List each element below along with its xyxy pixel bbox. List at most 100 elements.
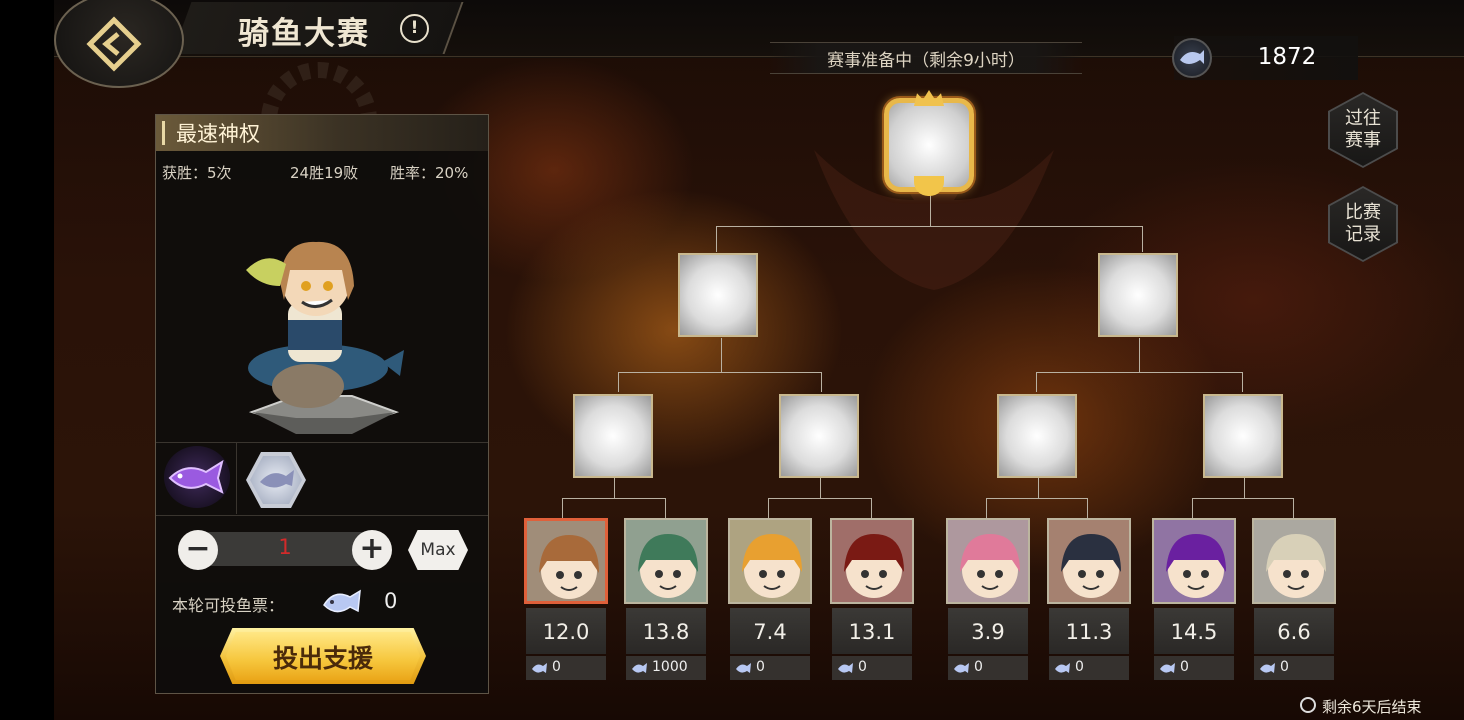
contestant-odds: 13.8 bbox=[642, 620, 690, 644]
item-divider bbox=[236, 442, 237, 514]
contestant-card[interactable] bbox=[946, 518, 1030, 604]
bracket-line bbox=[1036, 372, 1037, 392]
fish-ticket-icon bbox=[1160, 663, 1175, 673]
votes-available-count: 0 bbox=[384, 589, 398, 613]
bracket-line bbox=[930, 192, 931, 226]
past-events-button[interactable]: 过往 赛事 bbox=[1328, 92, 1398, 168]
support-count: 0 bbox=[1280, 659, 1289, 675]
support-count: 0 bbox=[1075, 659, 1084, 675]
quantity-value[interactable]: 1 bbox=[204, 535, 366, 559]
header-accent-bar bbox=[162, 121, 165, 145]
fish-ticket-icon bbox=[632, 663, 647, 673]
contestant-portrait bbox=[1049, 520, 1129, 602]
contestant-odds: 13.1 bbox=[848, 620, 896, 644]
event-end-text: 剩余6天后结束 bbox=[1322, 698, 1422, 716]
back-arrow-icon bbox=[86, 16, 142, 72]
contestant-card[interactable] bbox=[1047, 518, 1131, 604]
contestant-card[interactable] bbox=[728, 518, 812, 604]
past-events-label: 过往 赛事 bbox=[1345, 108, 1381, 151]
bracket-line bbox=[821, 372, 822, 392]
contestant-portrait bbox=[1154, 520, 1234, 602]
match-records-label: 比赛 记录 bbox=[1345, 202, 1381, 245]
support-count: 0 bbox=[858, 659, 867, 675]
bracket-line bbox=[986, 498, 1088, 499]
contestant-odds: 3.9 bbox=[971, 620, 1005, 644]
game-screen: 骑鱼大赛 ! 赛事准备中（剩余9小时） 1872 过往 赛事 比赛 记录 最速神… bbox=[54, 0, 1464, 720]
fish-ticket-icon bbox=[323, 589, 361, 613]
cast-support-label[interactable]: 投出支援 bbox=[220, 639, 426, 675]
status-text: 赛事准备中（剩余9小时） bbox=[827, 51, 1025, 71]
support-count: 0 bbox=[552, 659, 561, 675]
fish-ticket-icon bbox=[838, 663, 853, 673]
contestant-card[interactable] bbox=[524, 518, 608, 604]
bracket-line bbox=[721, 338, 722, 372]
bracket-line bbox=[562, 498, 666, 499]
entrant-name: 最速神权 bbox=[176, 122, 260, 146]
support-count: 0 bbox=[974, 659, 983, 675]
clock-icon bbox=[1300, 697, 1316, 713]
currency-amount: 1872 bbox=[1257, 44, 1317, 70]
bracket-line bbox=[1242, 372, 1243, 392]
contestant-portrait bbox=[626, 520, 706, 602]
page-title: 骑鱼大赛 bbox=[238, 16, 370, 52]
bracket-slot-quarterfinal-1 bbox=[573, 394, 653, 478]
bracket-line bbox=[1038, 478, 1039, 498]
bracket-line bbox=[618, 372, 619, 392]
purple-fish-icon[interactable] bbox=[164, 446, 230, 508]
bracket-line bbox=[1192, 498, 1294, 499]
bracket-line bbox=[1139, 338, 1140, 372]
bracket-line bbox=[768, 498, 872, 499]
bracket-line bbox=[716, 226, 1142, 227]
increase-button[interactable]: + bbox=[352, 530, 392, 570]
bracket-line bbox=[716, 226, 717, 252]
entrant-record: 24胜19败 bbox=[290, 164, 359, 182]
bracket-slot-semifinal-1 bbox=[678, 253, 758, 337]
bracket-line bbox=[1087, 498, 1088, 518]
bracket-line bbox=[1293, 498, 1294, 518]
support-count: 0 bbox=[756, 659, 765, 675]
entrant-wins: 获胜：5次 bbox=[162, 164, 232, 182]
max-button[interactable]: Max bbox=[408, 530, 468, 570]
decrease-button[interactable]: − bbox=[178, 530, 218, 570]
fish-ticket-icon bbox=[532, 663, 547, 673]
bracket-slot-quarterfinal-3 bbox=[997, 394, 1077, 478]
support-count: 1000 bbox=[652, 659, 688, 675]
bracket-line bbox=[1142, 226, 1143, 252]
bracket-line bbox=[871, 498, 872, 518]
info-icon[interactable]: ! bbox=[400, 14, 429, 43]
contestant-card[interactable] bbox=[830, 518, 914, 604]
bracket-line bbox=[1244, 478, 1245, 498]
contestant-card[interactable] bbox=[1252, 518, 1336, 604]
support-count: 0 bbox=[1180, 659, 1189, 675]
contestant-card[interactable] bbox=[624, 518, 708, 604]
bracket-line bbox=[618, 372, 822, 373]
contestant-portrait bbox=[730, 520, 810, 602]
contestant-odds: 12.0 bbox=[542, 620, 590, 644]
bracket-slot-semifinal-2 bbox=[1098, 253, 1178, 337]
entrant-win-rate: 胜率：20% bbox=[390, 164, 469, 182]
contestant-odds: 11.3 bbox=[1065, 620, 1113, 644]
fish-ticket-icon bbox=[954, 663, 969, 673]
contestant-portrait bbox=[832, 520, 912, 602]
contestant-card[interactable] bbox=[1152, 518, 1236, 604]
back-button[interactable] bbox=[54, 0, 184, 88]
bracket-line bbox=[820, 478, 821, 498]
bracket-line bbox=[1036, 372, 1242, 373]
contestant-odds: 14.5 bbox=[1170, 620, 1218, 644]
bracket-line bbox=[1192, 498, 1193, 518]
match-records-button[interactable]: 比赛 记录 bbox=[1328, 186, 1398, 262]
contestant-portrait bbox=[527, 521, 605, 601]
bracket-line bbox=[665, 498, 666, 518]
contestant-odds: 7.4 bbox=[753, 620, 787, 644]
bracket-line bbox=[986, 498, 987, 518]
bracket-slot-quarterfinal-2 bbox=[779, 394, 859, 478]
entrant-portrait bbox=[246, 241, 404, 434]
bracket-slot-quarterfinal-4 bbox=[1203, 394, 1283, 478]
bracket-line bbox=[768, 498, 769, 518]
contestant-portrait bbox=[948, 520, 1028, 602]
bracket-line bbox=[614, 478, 615, 498]
contestant-odds: 6.6 bbox=[1277, 620, 1311, 644]
fish-ticket-icon bbox=[1055, 663, 1070, 673]
fish-ticket-icon bbox=[1260, 663, 1275, 673]
fish-ticket-icon bbox=[736, 663, 751, 673]
